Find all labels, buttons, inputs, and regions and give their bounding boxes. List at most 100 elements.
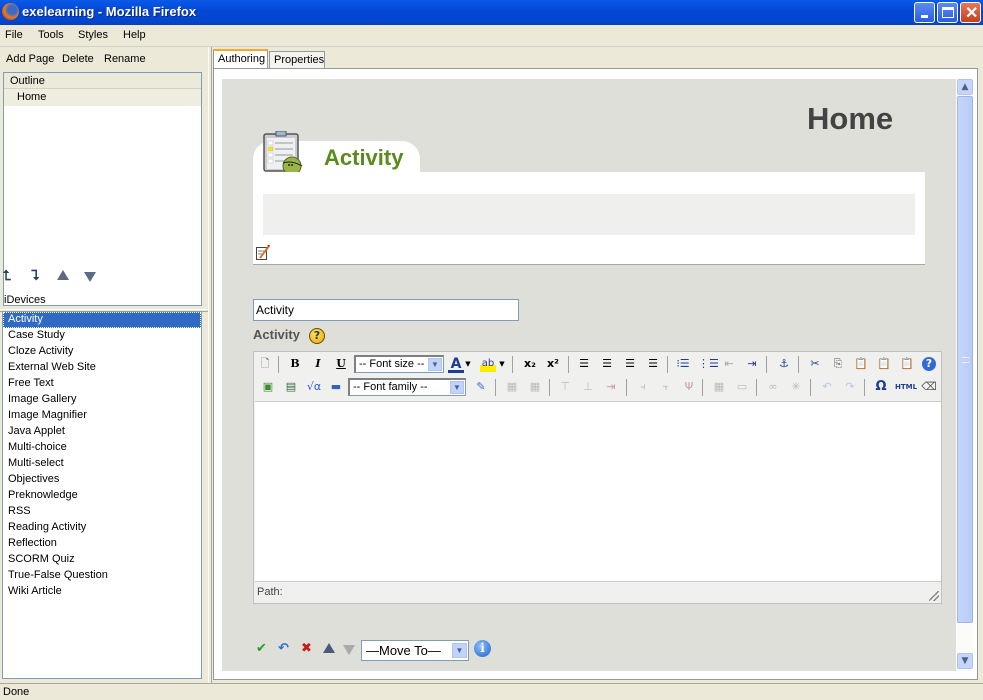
add-page-button[interactable]: Add Page xyxy=(6,53,54,65)
demote-icon[interactable]: ⮧ xyxy=(31,268,39,284)
indent-icon[interactable]: ⇥ xyxy=(744,356,760,372)
idevice-item[interactable]: External Web Site xyxy=(3,360,201,376)
idevice-item[interactable]: Java Applet xyxy=(3,424,201,440)
insert-col-after-icon[interactable]: ⫟ xyxy=(658,379,674,395)
align-justify-icon[interactable]: ☰ xyxy=(645,356,661,372)
idevice-item[interactable]: RSS xyxy=(3,504,201,520)
insert-math-icon[interactable]: √α xyxy=(304,379,324,395)
font-family-select[interactable]: -- Font family -- ▼ xyxy=(348,378,466,396)
superscript-icon[interactable]: x² xyxy=(545,356,561,372)
highlight-dropdown-icon[interactable]: ▼ xyxy=(498,356,506,372)
help-icon[interactable]: ? xyxy=(309,328,325,344)
paste-word-icon[interactable]: 📋 xyxy=(899,356,915,372)
idevice-item[interactable]: Wiki Article xyxy=(3,584,201,600)
delete-col-icon[interactable]: Ψ xyxy=(681,379,697,395)
paste-icon[interactable]: 📋 xyxy=(853,356,869,372)
idevices-list[interactable]: Activity Case Study Cloze Activity Exter… xyxy=(2,311,202,679)
horizontal-rule-icon[interactable]: ▬ xyxy=(328,379,344,395)
idevice-item[interactable]: Preknowledge xyxy=(3,488,201,504)
idevice-item[interactable]: Reading Activity xyxy=(3,520,201,536)
edit-styles-icon[interactable]: ✎ xyxy=(473,379,489,395)
align-right-icon[interactable]: ☰ xyxy=(622,356,638,372)
outline-node-home[interactable]: Home xyxy=(4,89,201,106)
delete-button[interactable]: Delete xyxy=(62,53,94,65)
idevice-title-input[interactable] xyxy=(253,299,519,321)
table-cell-props-icon[interactable]: ▦ xyxy=(527,379,543,395)
paste-text-icon[interactable]: 📋 xyxy=(876,356,892,372)
idevice-item[interactable]: Free Text xyxy=(3,376,201,392)
bullet-list-icon[interactable]: ⁝☰ xyxy=(675,356,691,372)
insert-image-icon[interactable]: ▣ xyxy=(260,379,276,395)
idevice-item[interactable]: Objectives xyxy=(3,472,201,488)
numbered-list-icon[interactable]: ⋮☰ xyxy=(698,356,719,372)
align-center-icon[interactable]: ☰ xyxy=(599,356,615,372)
menu-file[interactable]: File xyxy=(5,29,23,41)
help-circle-icon[interactable]: ? xyxy=(922,357,936,371)
delete-icon[interactable]: ✖ xyxy=(301,641,312,656)
insert-row-after-icon[interactable]: ⊥ xyxy=(580,379,596,395)
html-source-icon[interactable]: HTML xyxy=(894,379,918,395)
close-button[interactable]: ✕ xyxy=(960,2,981,23)
unlink-icon[interactable]: ✳ xyxy=(788,379,804,395)
delete-row-icon[interactable]: ⇥ xyxy=(603,379,619,395)
minimize-button[interactable] xyxy=(914,2,935,23)
idevice-item[interactable]: Multi-select xyxy=(3,456,201,472)
cut-icon[interactable]: ✂ xyxy=(807,356,823,372)
undo-icon[interactable]: ↶ xyxy=(819,379,835,395)
move-down-icon[interactable] xyxy=(343,645,355,655)
remove-format-icon[interactable]: ⌫ xyxy=(921,379,937,395)
insert-media-icon[interactable]: ▤ xyxy=(283,379,299,395)
new-document-icon[interactable]: 🗋 xyxy=(257,356,273,372)
scroll-thumb[interactable] xyxy=(957,96,973,623)
insert-row-before-icon[interactable]: ⊤ xyxy=(557,379,573,395)
menu-styles[interactable]: Styles xyxy=(78,29,108,41)
vertical-scrollbar[interactable]: ▲ ▼ xyxy=(957,79,973,671)
insert-col-before-icon[interactable]: ⫞ xyxy=(635,379,651,395)
resize-grip-icon[interactable] xyxy=(929,591,939,601)
move-up-icon[interactable] xyxy=(57,270,69,280)
link-icon[interactable]: ∞ xyxy=(765,379,781,395)
table-row-props-icon[interactable]: ▦ xyxy=(504,379,520,395)
maximize-button[interactable] xyxy=(937,2,958,23)
anchor-icon[interactable]: ⚓ xyxy=(776,356,792,372)
idevice-item[interactable]: Image Magnifier xyxy=(3,408,201,424)
move-down-icon[interactable] xyxy=(84,272,96,282)
font-color-icon[interactable]: A xyxy=(448,356,464,373)
vertical-splitter[interactable] xyxy=(208,47,212,683)
rename-button[interactable]: Rename xyxy=(104,53,146,65)
undo-icon[interactable]: ↶ xyxy=(278,641,289,656)
outdent-icon[interactable]: ⇤ xyxy=(721,356,737,372)
redo-icon[interactable]: ↷ xyxy=(842,379,858,395)
scroll-down-button[interactable]: ▼ xyxy=(957,653,973,669)
edit-icon[interactable] xyxy=(256,244,271,260)
idevice-item[interactable]: Image Gallery xyxy=(3,392,201,408)
idevice-item[interactable]: Activity xyxy=(3,312,201,328)
split-cells-icon[interactable]: ▦ xyxy=(711,379,727,395)
idevice-item[interactable]: SCORM Quiz xyxy=(3,552,201,568)
done-icon[interactable]: ✔ xyxy=(256,641,267,656)
tab-properties[interactable]: Properties xyxy=(269,51,325,68)
idevice-item[interactable]: Multi-choice xyxy=(3,440,201,456)
special-char-icon[interactable]: Ω xyxy=(873,379,889,395)
align-left-icon[interactable]: ☰ xyxy=(576,356,592,372)
idevice-item[interactable]: Cloze Activity xyxy=(3,344,201,360)
copy-icon[interactable]: ⎘ xyxy=(830,356,846,372)
idevice-item[interactable]: True-False Question xyxy=(3,568,201,584)
scroll-up-button[interactable]: ▲ xyxy=(957,79,973,95)
idevice-item[interactable]: Reflection xyxy=(3,536,201,552)
subscript-icon[interactable]: x₂ xyxy=(522,356,538,372)
italic-icon[interactable]: I xyxy=(310,356,326,372)
move-up-icon[interactable] xyxy=(323,643,335,653)
bold-icon[interactable]: B xyxy=(287,356,303,372)
editor-content-area[interactable] xyxy=(255,401,941,582)
menu-tools[interactable]: Tools xyxy=(38,29,64,41)
idevice-item[interactable]: Case Study xyxy=(3,328,201,344)
promote-icon[interactable]: ⮤ xyxy=(3,268,11,284)
underline-icon[interactable]: U xyxy=(333,356,349,372)
tab-authoring[interactable]: Authoring xyxy=(213,49,268,69)
info-icon[interactable]: i xyxy=(474,640,491,657)
font-color-dropdown-icon[interactable]: ▼ xyxy=(464,356,472,372)
highlight-color-icon[interactable]: ab xyxy=(480,356,496,372)
font-size-select[interactable]: -- Font size -- ▼ xyxy=(354,355,444,373)
merge-cells-icon[interactable]: ▭ xyxy=(734,379,750,395)
